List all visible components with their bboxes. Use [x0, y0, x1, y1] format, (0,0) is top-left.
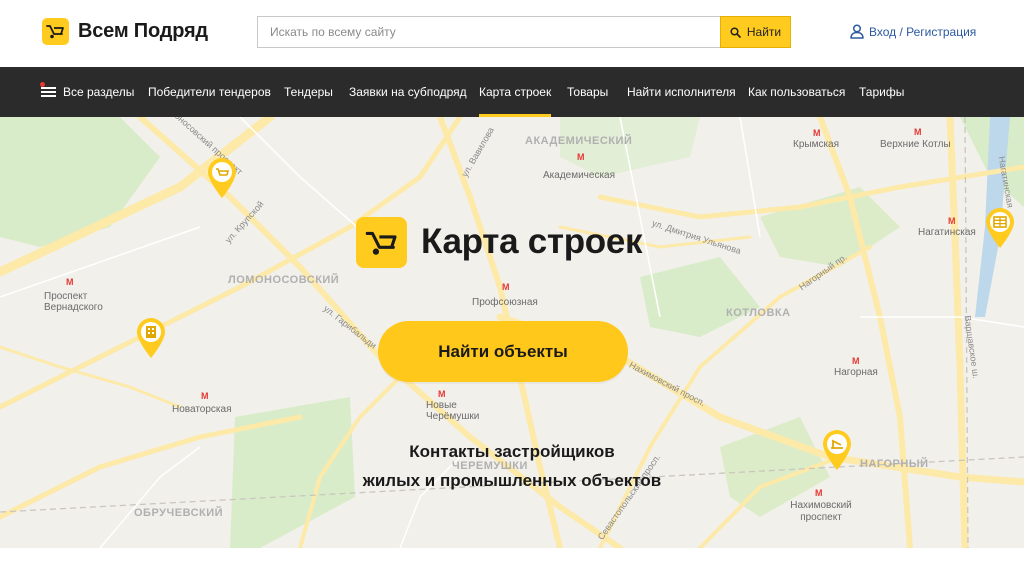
logo-text: Всем Подряд	[78, 20, 208, 42]
nav-how-to-use[interactable]: Как пользоваться	[748, 67, 845, 117]
metro-icon: M	[852, 356, 860, 366]
metro-label: Верхние Котлы	[880, 139, 951, 150]
nav-subcontract-requests[interactable]: Заявки на субподряд	[349, 67, 467, 117]
search-input[interactable]	[257, 16, 720, 48]
search-bar: Найти	[257, 16, 791, 48]
metro-label: Новаторская	[172, 404, 232, 415]
menu-icon[interactable]	[40, 82, 57, 99]
construction-pin[interactable]	[206, 157, 238, 199]
nav-all-sections[interactable]: Все разделы	[63, 67, 134, 117]
metro-label: Нагорная	[834, 367, 878, 378]
search-button-label: Найти	[746, 25, 782, 39]
metro-icon: M	[502, 282, 510, 292]
metro-label: Профсоюзная	[472, 297, 538, 308]
wheelbarrow-icon	[356, 217, 407, 268]
district-label: АКАДЕМИЧЕСКИЙ	[525, 135, 633, 147]
metro-icon: M	[201, 391, 209, 401]
login-label: Вход / Регистрация	[869, 24, 977, 39]
nav-pricing[interactable]: Тарифы	[859, 67, 904, 117]
metro-label: Проспект Вернадского	[44, 291, 103, 313]
nav-goods[interactable]: Товары	[567, 67, 608, 117]
construction-pin[interactable]	[135, 317, 167, 359]
metro-icon: M	[815, 488, 823, 498]
nav-tender-winners[interactable]: Победители тендеров	[148, 67, 271, 117]
district-label: НАГОРНЫЙ	[860, 458, 929, 470]
page-title: Карта строек	[421, 222, 643, 261]
find-objects-button[interactable]: Найти объекты	[378, 321, 628, 382]
district-label: КОТЛОВКА	[726, 307, 791, 319]
nav-find-contractor[interactable]: Найти исполнителя	[627, 67, 736, 117]
login-link[interactable]: Вход / Регистрация	[850, 24, 976, 39]
metro-icon: M	[577, 152, 585, 162]
hero-subtitle-line: жилых и промышленных объектов	[362, 471, 662, 490]
district-label: ЛОМОНОСОВСКИЙ	[228, 274, 340, 286]
construction-pin[interactable]	[984, 207, 1016, 249]
hero-subtitle-line: Контакты застройщиков	[409, 442, 615, 461]
metro-icon: M	[813, 128, 821, 138]
nav-construction-map[interactable]: Карта строек	[479, 67, 552, 117]
metro-label: Новые Черёмушки	[426, 400, 480, 422]
notification-dot	[40, 82, 45, 87]
user-icon	[850, 24, 864, 39]
site-logo[interactable]: Всем Подряд	[42, 18, 208, 45]
metro-icon: M	[948, 216, 956, 226]
metro-label: Академическая	[543, 170, 616, 181]
wheelbarrow-icon	[42, 18, 69, 45]
metro-icon: M	[914, 127, 922, 137]
search-icon	[730, 26, 741, 38]
header: Всем Подряд Найти Вход / Регистрация	[0, 0, 1024, 67]
metro-label: Нагатинская	[918, 227, 976, 238]
hero-subtitle: Контакты застройщиков жилых и промышленн…	[300, 437, 724, 495]
nav-tenders[interactable]: Тендеры	[284, 67, 333, 117]
district-label: ОБРУЧЕВСКИЙ	[134, 507, 224, 519]
construction-pin[interactable]	[821, 429, 853, 471]
search-button[interactable]: Найти	[720, 16, 791, 48]
metro-label: Крымская	[793, 139, 840, 150]
metro-label: Нахимовский проспект	[790, 500, 852, 523]
main-nav: Все разделы Победители тендеров Тендеры …	[0, 67, 1024, 117]
metro-icon: M	[66, 277, 74, 287]
metro-icon: M	[438, 389, 446, 399]
